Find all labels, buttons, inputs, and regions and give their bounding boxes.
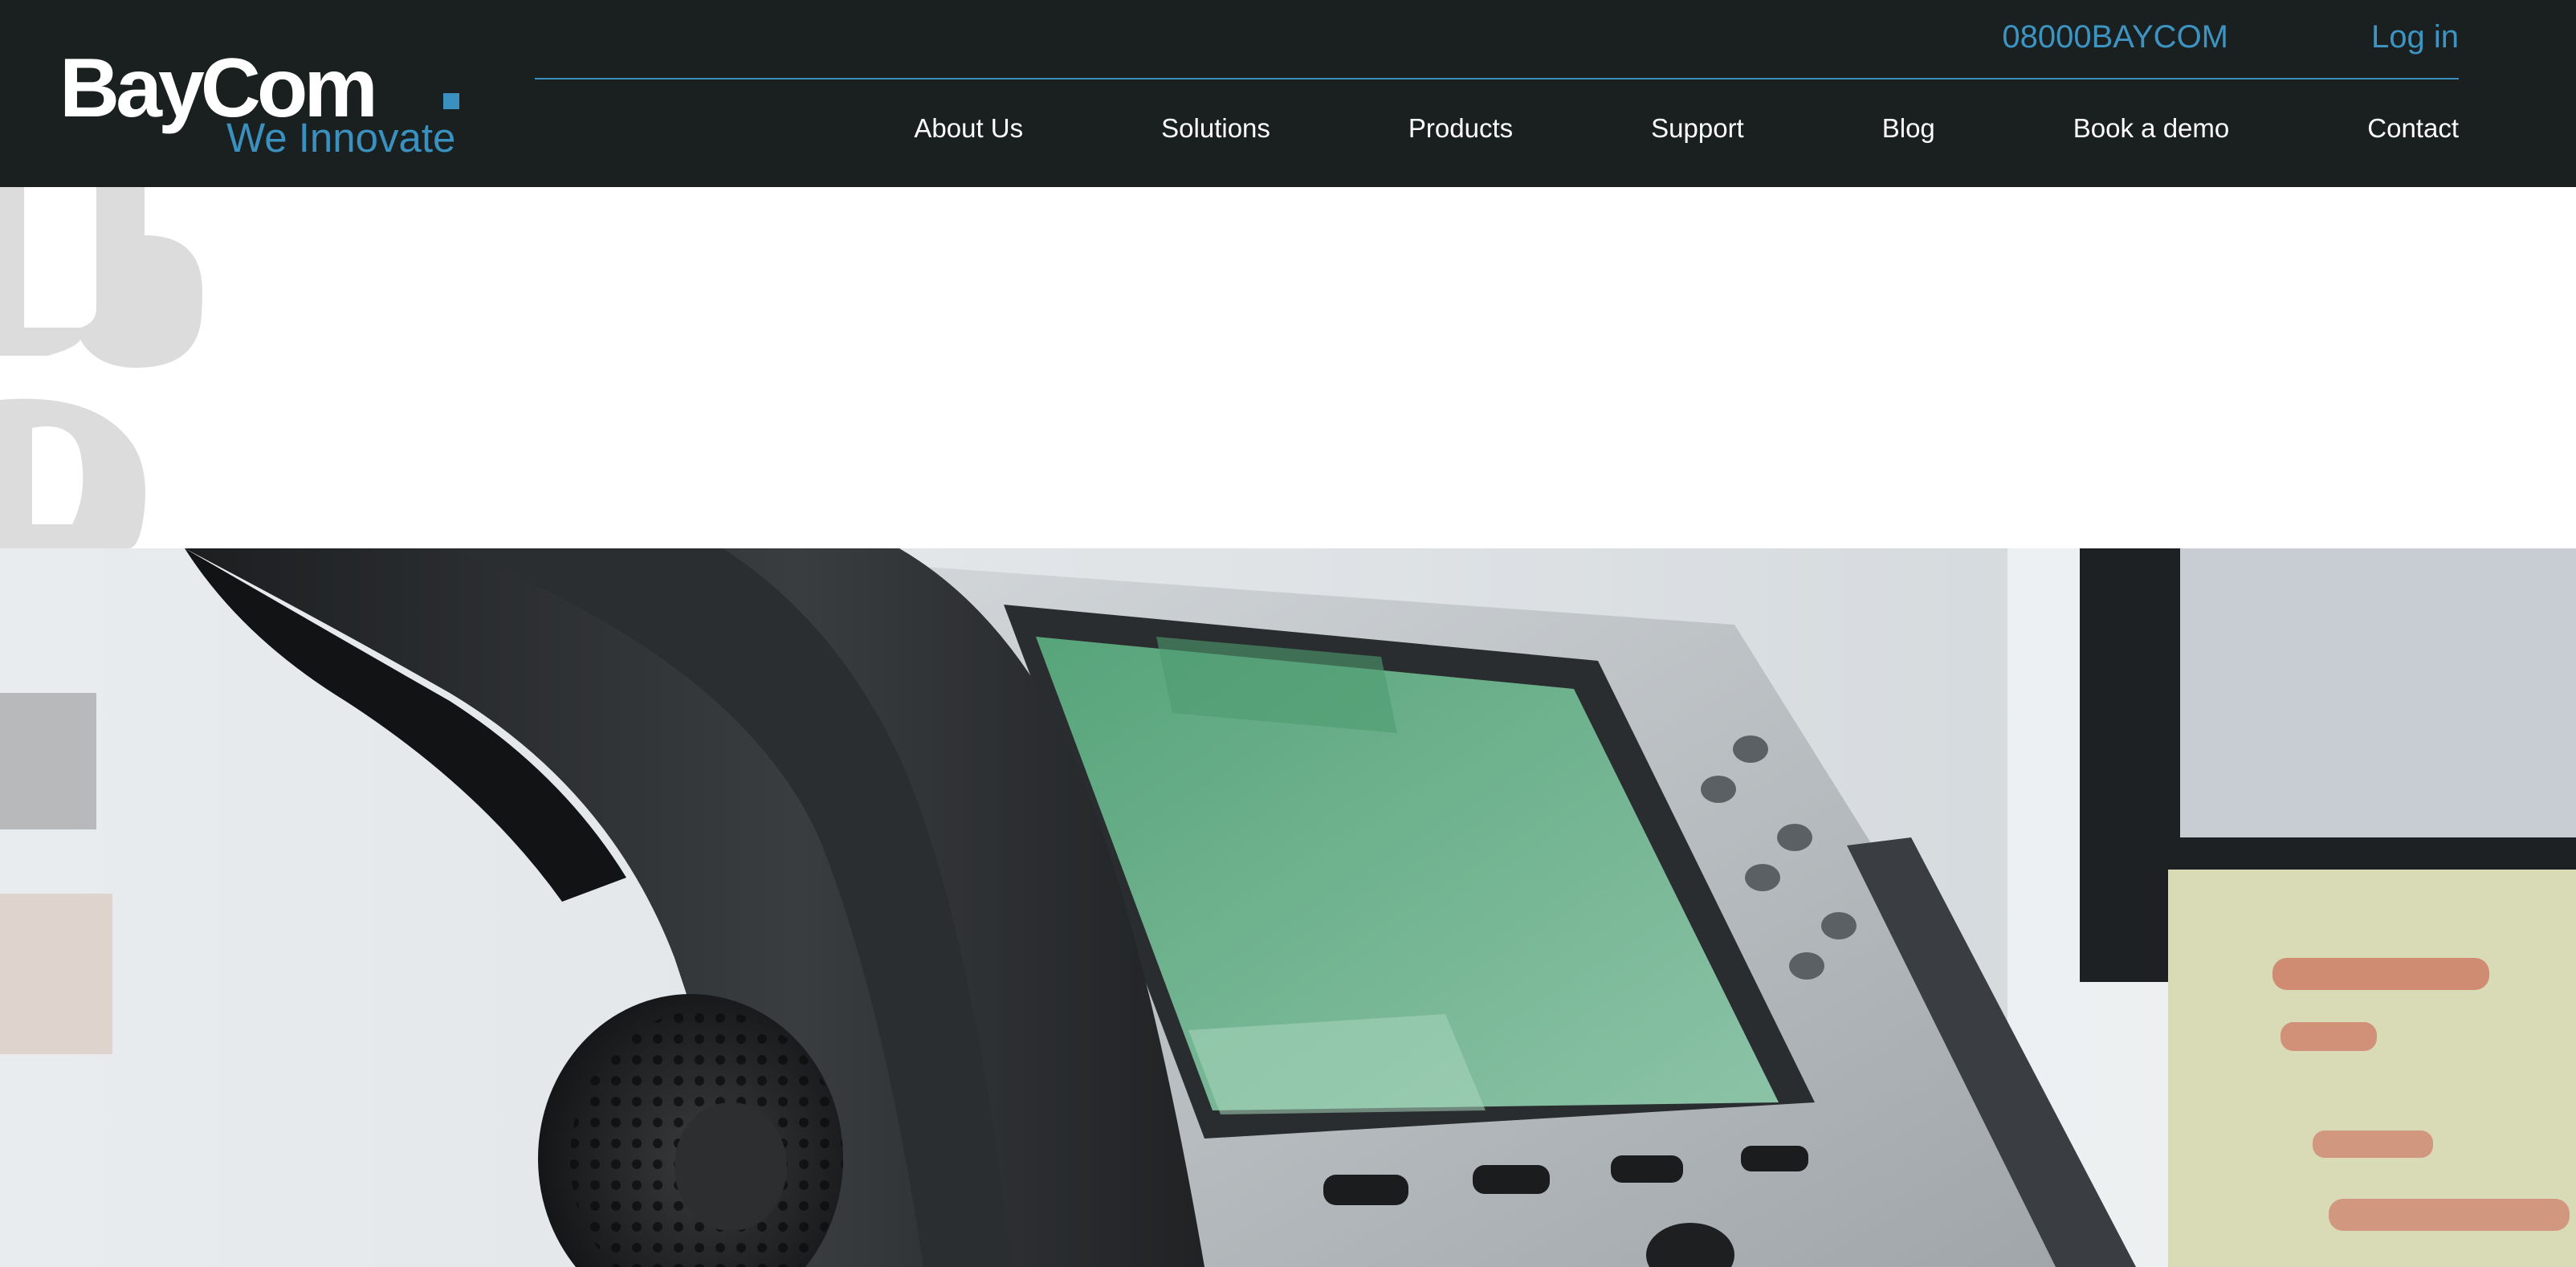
nav-solutions[interactable]: Solutions xyxy=(1161,112,1270,145)
login-link[interactable]: Log in xyxy=(2371,18,2459,56)
nav-blog[interactable]: Blog xyxy=(1882,112,1935,145)
nav-book-a-demo[interactable]: Book a demo xyxy=(2073,112,2229,145)
phone-number-link[interactable]: 08000BAYCOM xyxy=(2002,18,2228,56)
hero-office-phone-image xyxy=(0,548,2576,1267)
watermark-shape xyxy=(0,187,202,548)
decorative-watermark xyxy=(0,187,209,548)
logo-dot xyxy=(443,93,459,109)
nav-contact[interactable]: Contact xyxy=(2367,112,2459,145)
main-nav: About Us Solutions Products Support Blog… xyxy=(914,112,2459,145)
baycom-logo[interactable]: BayCom We Innovate xyxy=(59,47,469,167)
site-header: BayCom We Innovate 08000BAYCOM Log in Ab… xyxy=(0,0,2576,187)
logo-tagline: We Innovate xyxy=(226,115,456,161)
nav-support[interactable]: Support xyxy=(1651,112,1744,145)
nav-about-us[interactable]: About Us xyxy=(914,112,1023,145)
desk-phone-illustration xyxy=(0,548,2576,1267)
header-divider xyxy=(535,78,2459,79)
nav-products[interactable]: Products xyxy=(1408,112,1513,145)
